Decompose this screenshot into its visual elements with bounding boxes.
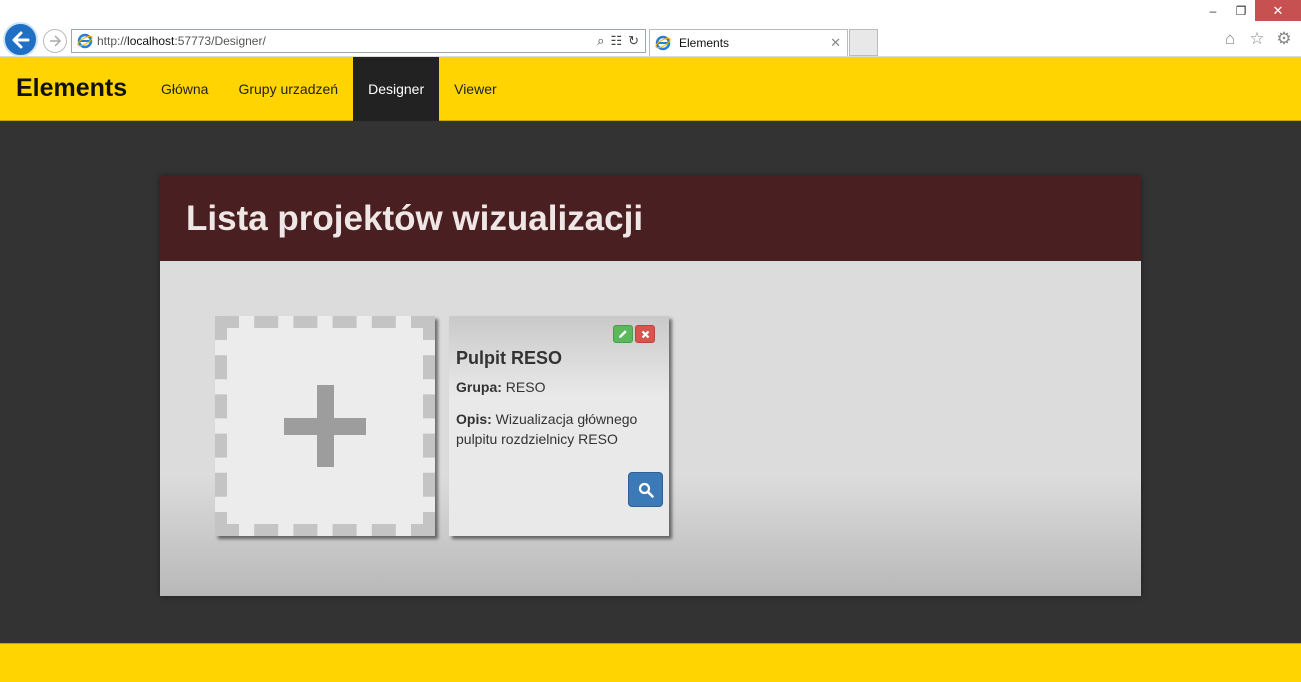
window-controls: – ❐ ✕ <box>1199 0 1301 21</box>
nav-item-grupy-urzadzen[interactable]: Grupy urzadzeń <box>223 57 353 121</box>
card-actions <box>613 325 655 343</box>
arrow-right-icon <box>50 35 62 47</box>
projects-panel: Lista projektów wizualizacji Pulpit RESO… <box>160 176 1141 596</box>
group-label: Grupa: <box>456 379 502 395</box>
description-label: Opis: <box>456 411 492 427</box>
favorites-star-icon[interactable]: ☆ <box>1248 29 1266 48</box>
close-tab-icon[interactable]: ✕ <box>830 35 841 51</box>
compat-view-icon[interactable]: ☷ <box>610 33 622 49</box>
project-group: Grupa: RESO <box>456 379 545 395</box>
group-value: RESO <box>505 379 546 395</box>
close-icon <box>641 330 649 338</box>
project-title: Pulpit RESO <box>456 348 563 368</box>
address-bar[interactable]: http://localhost:57773/Designer/ ⌕ ☷ ↻ <box>71 29 646 53</box>
nav-menu: Główna Grupy urzadzeń Designer Viewer <box>146 57 512 121</box>
tab-title: Elements <box>679 36 730 50</box>
add-project-tile[interactable] <box>215 316 435 536</box>
navbar: Elements Główna Grupy urzadzeń Designer … <box>0 57 1301 121</box>
nav-item-viewer[interactable]: Viewer <box>439 57 512 121</box>
refresh-icon[interactable]: ↻ <box>628 33 639 49</box>
edit-project-button[interactable] <box>613 325 633 343</box>
project-card: Pulpit RESO Grupa: RESO Opis: Wizualizac… <box>449 316 669 536</box>
forward-button[interactable] <box>43 29 67 53</box>
restore-button[interactable]: ❐ <box>1227 0 1255 21</box>
search-icon[interactable]: ⌕ <box>597 33 604 49</box>
ie-icon <box>77 33 93 49</box>
browser-tool-icons: ⌂ ☆ ⚙ <box>1221 29 1293 48</box>
close-window-button[interactable]: ✕ <box>1255 0 1301 21</box>
new-tab-button[interactable] <box>849 29 878 56</box>
nav-item-glowna[interactable]: Główna <box>146 57 223 121</box>
settings-gear-icon[interactable]: ⚙ <box>1275 29 1293 48</box>
browser-chrome: – ❐ ✕ http://localhost:57773/Designer/ ⌕… <box>0 0 1301 57</box>
ie-tab-icon <box>655 35 671 51</box>
minimize-button[interactable]: – <box>1199 0 1227 21</box>
panel-header: Lista projektów wizualizacji <box>160 176 1141 261</box>
project-description: Opis: Wizualizacja głównego pulpitu rozd… <box>456 409 656 449</box>
delete-project-button[interactable] <box>635 325 655 343</box>
back-button[interactable] <box>3 22 38 57</box>
page-title: Lista projektów wizualizacji <box>186 198 644 238</box>
address-tools: ⌕ ☷ ↻ <box>597 33 639 49</box>
pencil-icon <box>619 330 627 338</box>
browser-tab[interactable]: Elements ✕ <box>649 29 848 56</box>
brand-logo[interactable]: Elements <box>16 74 127 103</box>
nav-item-designer[interactable]: Designer <box>353 57 440 121</box>
footer <box>0 643 1301 682</box>
home-icon[interactable]: ⌂ <box>1221 29 1239 48</box>
search-icon <box>638 482 654 498</box>
url-text: http://localhost:57773/Designer/ <box>97 34 266 48</box>
arrow-left-icon <box>12 31 29 48</box>
view-project-button[interactable] <box>628 472 663 507</box>
